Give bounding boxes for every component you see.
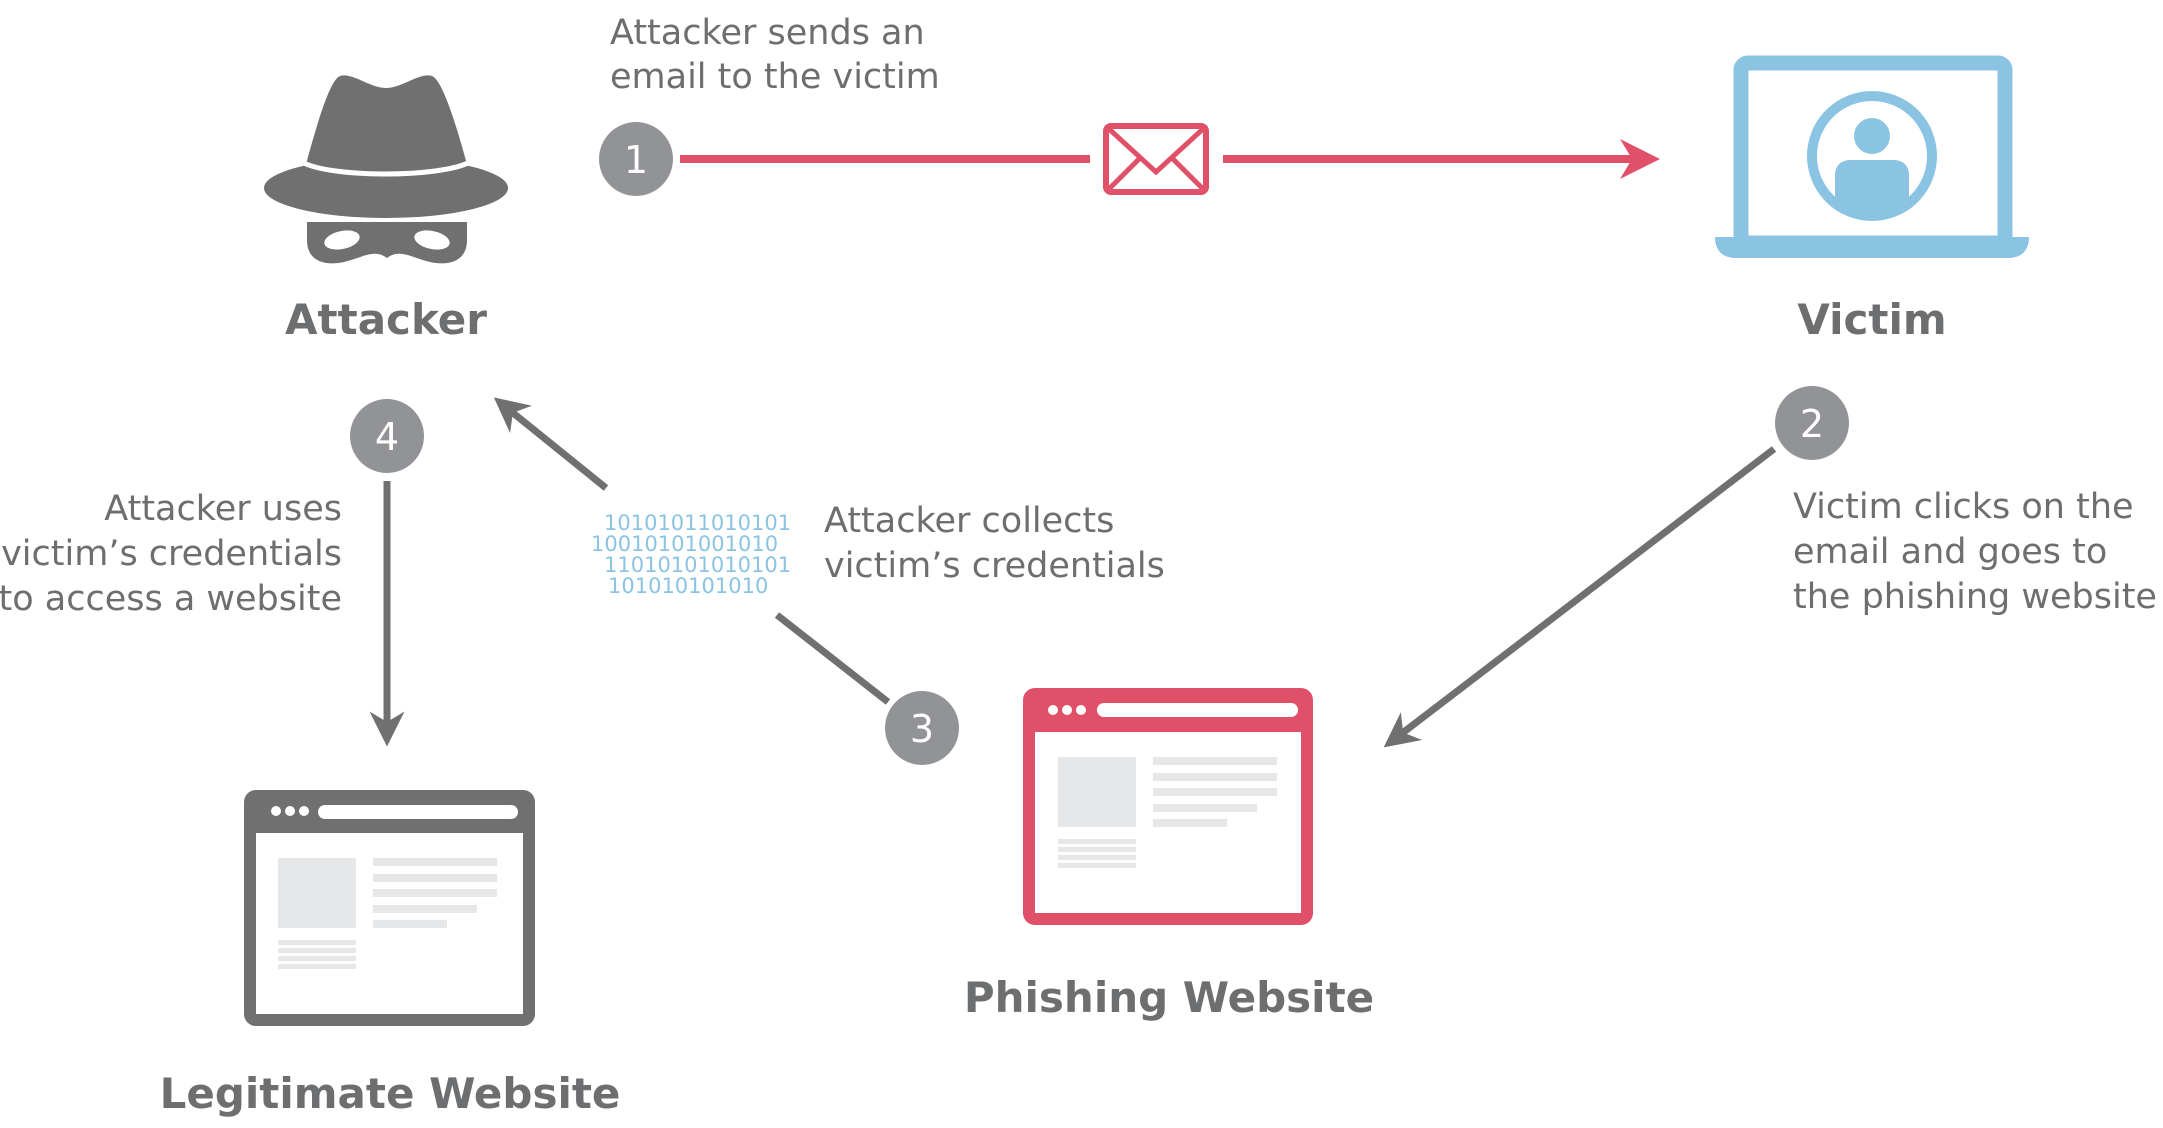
legitimate-website-label: Legitimate Website	[160, 1069, 621, 1118]
step-2-badge: 2	[1775, 386, 1849, 460]
step-3-description-line-1: Attacker collects	[824, 501, 1114, 541]
step-2-description-line-2: email and goes to	[1793, 532, 2107, 572]
step-1-badge: 1	[599, 122, 673, 196]
victim-label: Victim	[1797, 295, 1946, 344]
svg-text:4: 4	[375, 415, 399, 459]
svg-text:1: 1	[624, 138, 648, 182]
step-1-description-line-1: Attacker sends an	[610, 13, 925, 53]
attacker-icon	[264, 75, 508, 264]
step-4-description-line-3: to access a website	[0, 579, 342, 619]
phishing-website-label: Phishing Website	[964, 973, 1374, 1022]
binary-data-icon: 10101011010101 10010101001010 1101010101…	[591, 511, 791, 598]
phishing-website-icon	[1023, 688, 1313, 925]
legitimate-website-icon	[244, 790, 535, 1026]
attacker-label: Attacker	[285, 295, 487, 344]
step-3-description-line-2: victim’s credentials	[824, 546, 1165, 586]
step-4-badge: 4	[350, 399, 424, 473]
svg-text:3: 3	[910, 707, 934, 751]
phishing-diagram: Attacker Attacker sends an email to the …	[0, 13, 2157, 1118]
step-3-line-lower	[774, 612, 891, 705]
step-4-description-line-1: Attacker uses	[104, 489, 342, 529]
step-4-description-line-2: victim’s credentials	[1, 534, 342, 574]
step-2-description-line-1: Victim clicks on the	[1793, 487, 2134, 527]
binary-line-4: 101010101010	[608, 574, 768, 598]
step-3-badge: 3	[885, 691, 959, 765]
step-2-arrow	[1383, 446, 1777, 748]
envelope-icon	[1103, 123, 1209, 195]
step-1-description-line-2: email to the victim	[610, 57, 940, 97]
victim-laptop-icon	[1715, 55, 2029, 258]
step-2-description-line-3: the phishing website	[1793, 577, 2157, 617]
step-3-arrow	[493, 397, 609, 491]
svg-text:2: 2	[1800, 402, 1824, 446]
